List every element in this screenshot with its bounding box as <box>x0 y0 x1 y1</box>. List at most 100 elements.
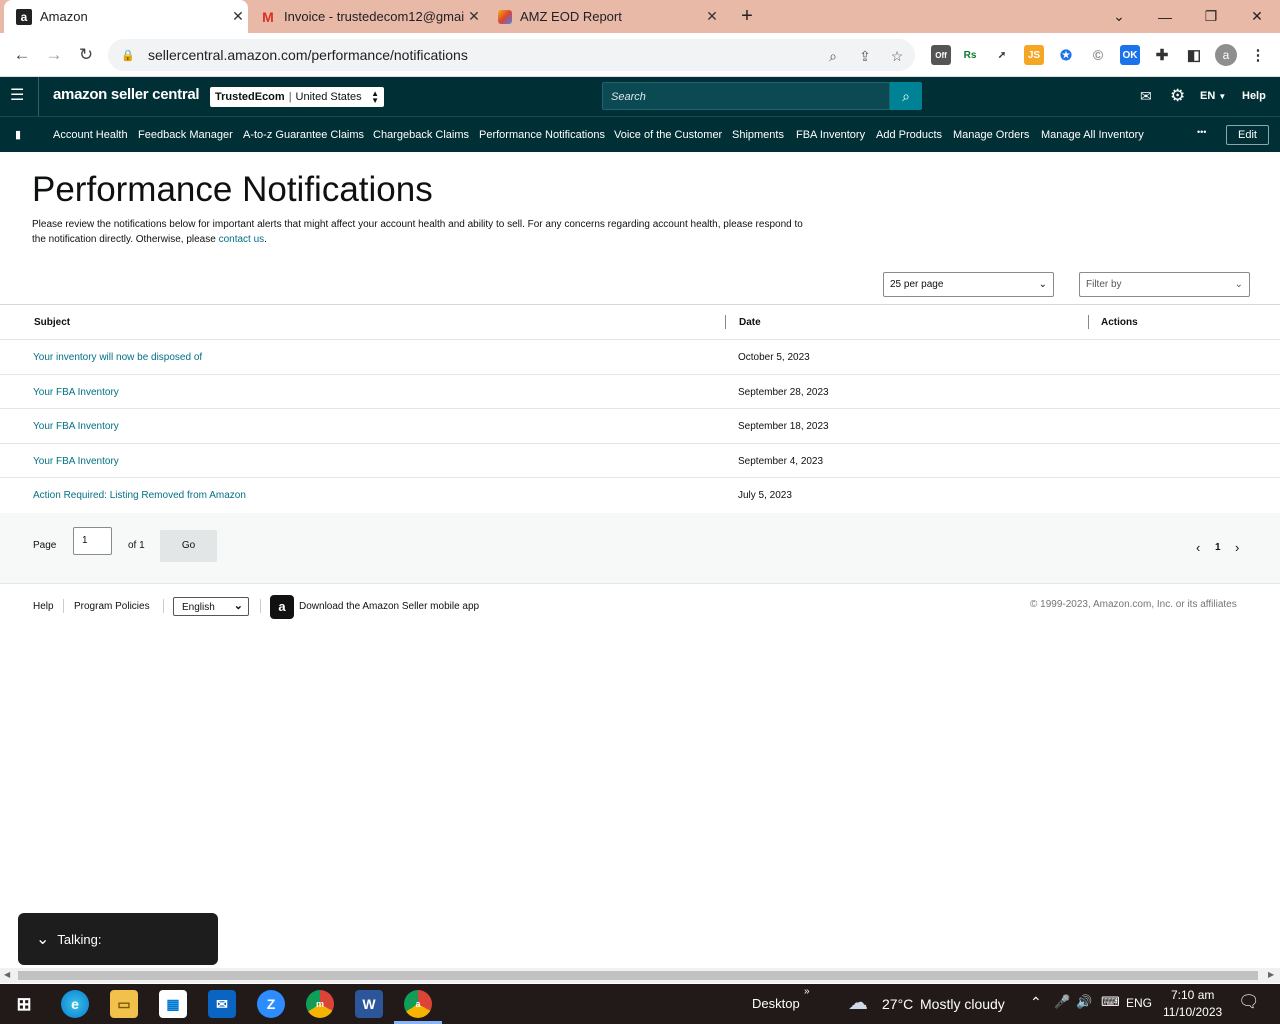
browser-tab-gmail[interactable]: M Invoice - trustedecom12@gmail ✕ <box>248 0 484 33</box>
horizontal-scrollbar[interactable]: ◀ ▶ <box>0 968 1280 983</box>
share-icon[interactable]: ⇪ <box>855 46 875 66</box>
nav-item-feedback-manager[interactable]: Feedback Manager <box>138 129 233 141</box>
download-app-link[interactable]: Download the Amazon Seller mobile app <box>299 601 479 612</box>
browser-tab-report[interactable]: AMZ EOD Report ✕ <box>486 0 722 33</box>
extension-blue-icon[interactable]: ✪ <box>1056 45 1076 65</box>
input-language[interactable]: ENG <box>1126 996 1152 1010</box>
nav-item-voice-of-customer[interactable]: Voice of the Customer <box>614 129 722 141</box>
extension-c-icon[interactable]: © <box>1088 45 1108 65</box>
side-panel-icon[interactable]: ◧ <box>1184 45 1204 65</box>
zoom-icon[interactable]: ⌕ <box>823 46 843 66</box>
chevron-down-icon[interactable]: ⌄ <box>36 929 49 949</box>
new-tab-icon[interactable]: + <box>725 0 769 33</box>
nav-item-fba-inventory[interactable]: FBA Inventory <box>796 129 865 141</box>
weather-condition[interactable]: Mostly cloudy <box>920 996 1005 1012</box>
close-tab-icon[interactable]: ✕ <box>702 8 722 25</box>
volume-icon[interactable]: 🔊 <box>1076 994 1092 1010</box>
reload-icon[interactable]: ↻ <box>72 41 100 69</box>
notification-subject-link[interactable]: Your inventory will now be disposed of <box>33 352 202 363</box>
language-selector[interactable]: EN ▼ <box>1200 90 1226 102</box>
nav-item-atoz-claims[interactable]: A-to-z Guarantee Claims <box>243 129 364 141</box>
nav-item-chargeback-claims[interactable]: Chargeback Claims <box>373 129 469 141</box>
prev-page-icon[interactable]: ‹ <box>1196 540 1200 555</box>
mail-app-icon[interactable]: ✉ <box>208 990 236 1018</box>
forward-icon[interactable]: → <box>40 41 68 69</box>
go-button[interactable]: Go <box>160 530 217 562</box>
zoom-app-icon[interactable]: Z <box>257 990 285 1018</box>
notification-subject-link[interactable]: Your FBA Inventory <box>33 421 119 432</box>
filter-select[interactable]: Filter by ⌄ <box>1079 272 1250 297</box>
hamburger-menu-icon[interactable]: ☰ <box>10 88 26 104</box>
next-page-icon[interactable]: › <box>1235 540 1239 555</box>
close-tab-icon[interactable]: ✕ <box>228 8 248 25</box>
desktop-toolbar-label[interactable]: Desktop <box>752 996 800 1011</box>
help-link[interactable]: Help <box>1242 90 1266 102</box>
bookmark-star-icon[interactable]: ☆ <box>887 46 907 66</box>
mail-icon[interactable]: ✉ <box>1140 88 1152 105</box>
close-tab-icon[interactable]: ✕ <box>464 8 484 25</box>
column-header-date[interactable]: Date <box>739 317 761 328</box>
clock-date[interactable]: 11/10/2023 <box>1163 1005 1222 1019</box>
extension-js-icon[interactable]: JS <box>1024 45 1044 65</box>
nav-item-account-health[interactable]: Account Health <box>53 129 128 141</box>
column-header-subject[interactable]: Subject <box>34 317 70 328</box>
profile-avatar[interactable]: a <box>1215 44 1237 66</box>
nav-item-performance-notifications[interactable]: Performance Notifications <box>479 129 605 141</box>
talking-overlay[interactable]: ⌄ Talking: <box>18 913 218 965</box>
seller-central-logo[interactable]: amazon seller central <box>53 86 200 103</box>
extension-arrow-icon[interactable]: ➚ <box>992 45 1012 65</box>
current-page-number[interactable]: 1 <box>1215 542 1221 553</box>
page-number-input[interactable]: 1 <box>73 527 112 555</box>
account-switcher[interactable]: TrustedEcom | United States ▲ ▼ <box>210 87 384 107</box>
nav-item-manage-all-inventory[interactable]: Manage All Inventory <box>1041 129 1144 141</box>
notification-subject-link[interactable]: Your FBA Inventory <box>33 387 119 398</box>
notification-subject-link[interactable]: Your FBA Inventory <box>33 456 119 467</box>
extension-rs-icon[interactable]: Rs <box>960 45 980 65</box>
settings-gear-icon[interactable]: ⚙ <box>1170 86 1185 106</box>
back-icon[interactable]: ← <box>8 41 36 69</box>
scroll-left-icon[interactable]: ◀ <box>4 970 10 979</box>
notification-subject-link[interactable]: Action Required: Listing Removed from Am… <box>33 490 246 501</box>
chrome-profile-a-icon[interactable]: a <box>404 990 432 1018</box>
scroll-right-icon[interactable]: ▶ <box>1268 970 1274 979</box>
weather-cloud-icon[interactable]: ☁ <box>848 990 868 1015</box>
extension-off-icon[interactable]: Off <box>931 45 951 65</box>
scrollbar-thumb[interactable] <box>18 971 1258 980</box>
window-close-icon[interactable]: ✕ <box>1234 0 1280 33</box>
edge-icon[interactable]: e <box>61 990 89 1018</box>
browser-tab-amazon[interactable]: a Amazon ✕ <box>4 0 248 33</box>
extension-ok-icon[interactable]: OK <box>1120 45 1140 65</box>
footer-help-link[interactable]: Help <box>33 601 54 612</box>
minimize-icon[interactable]: — <box>1142 0 1188 33</box>
tray-chevron-up-icon[interactable]: ⌃ <box>1030 994 1042 1011</box>
search-input[interactable]: Search <box>602 82 890 110</box>
notification-center-icon[interactable]: 🗨 <box>1238 992 1260 1012</box>
toolbar-expand-icon[interactable]: » <box>804 986 810 997</box>
windows-start-icon[interactable]: ⊞ <box>10 990 38 1018</box>
search-button[interactable]: ⌕ <box>890 82 922 110</box>
browser-menu-icon[interactable]: ⋮ <box>1248 45 1268 65</box>
address-bar[interactable]: 🔒 sellercentral.amazon.com/performance/n… <box>108 39 915 71</box>
nav-item-add-products[interactable]: Add Products <box>876 129 942 141</box>
microphone-icon[interactable]: 🎤 <box>1054 994 1070 1010</box>
tab-search-icon[interactable]: ⌄ <box>1096 0 1142 33</box>
bookmark-icon[interactable]: ▮ <box>15 128 21 141</box>
store-icon[interactable]: ▦ <box>159 990 187 1018</box>
more-menu-icon[interactable]: ••• <box>1197 127 1206 137</box>
clock-time[interactable]: 7:10 am <box>1171 988 1214 1002</box>
word-app-icon[interactable]: W <box>355 990 383 1018</box>
seller-app-icon[interactable]: a <box>270 595 294 619</box>
file-explorer-icon[interactable]: ▭ <box>110 990 138 1018</box>
program-policies-link[interactable]: Program Policies <box>74 601 150 612</box>
extensions-puzzle-icon[interactable]: ✚ <box>1152 45 1172 65</box>
contact-us-link[interactable]: contact us <box>219 234 265 245</box>
edit-nav-button[interactable]: Edit <box>1226 125 1269 145</box>
footer-language-select[interactable]: English ⌄ <box>173 597 249 616</box>
weather-temperature[interactable]: 27°C <box>882 996 913 1012</box>
per-page-select[interactable]: 25 per page ⌄ <box>883 272 1054 297</box>
nav-item-shipments[interactable]: Shipments <box>732 129 784 141</box>
chrome-profile-m-icon[interactable]: m <box>306 990 334 1018</box>
restore-icon[interactable]: ❐ <box>1188 0 1234 33</box>
network-icon[interactable]: ⌨ <box>1101 994 1120 1010</box>
nav-item-manage-orders[interactable]: Manage Orders <box>953 129 1029 141</box>
